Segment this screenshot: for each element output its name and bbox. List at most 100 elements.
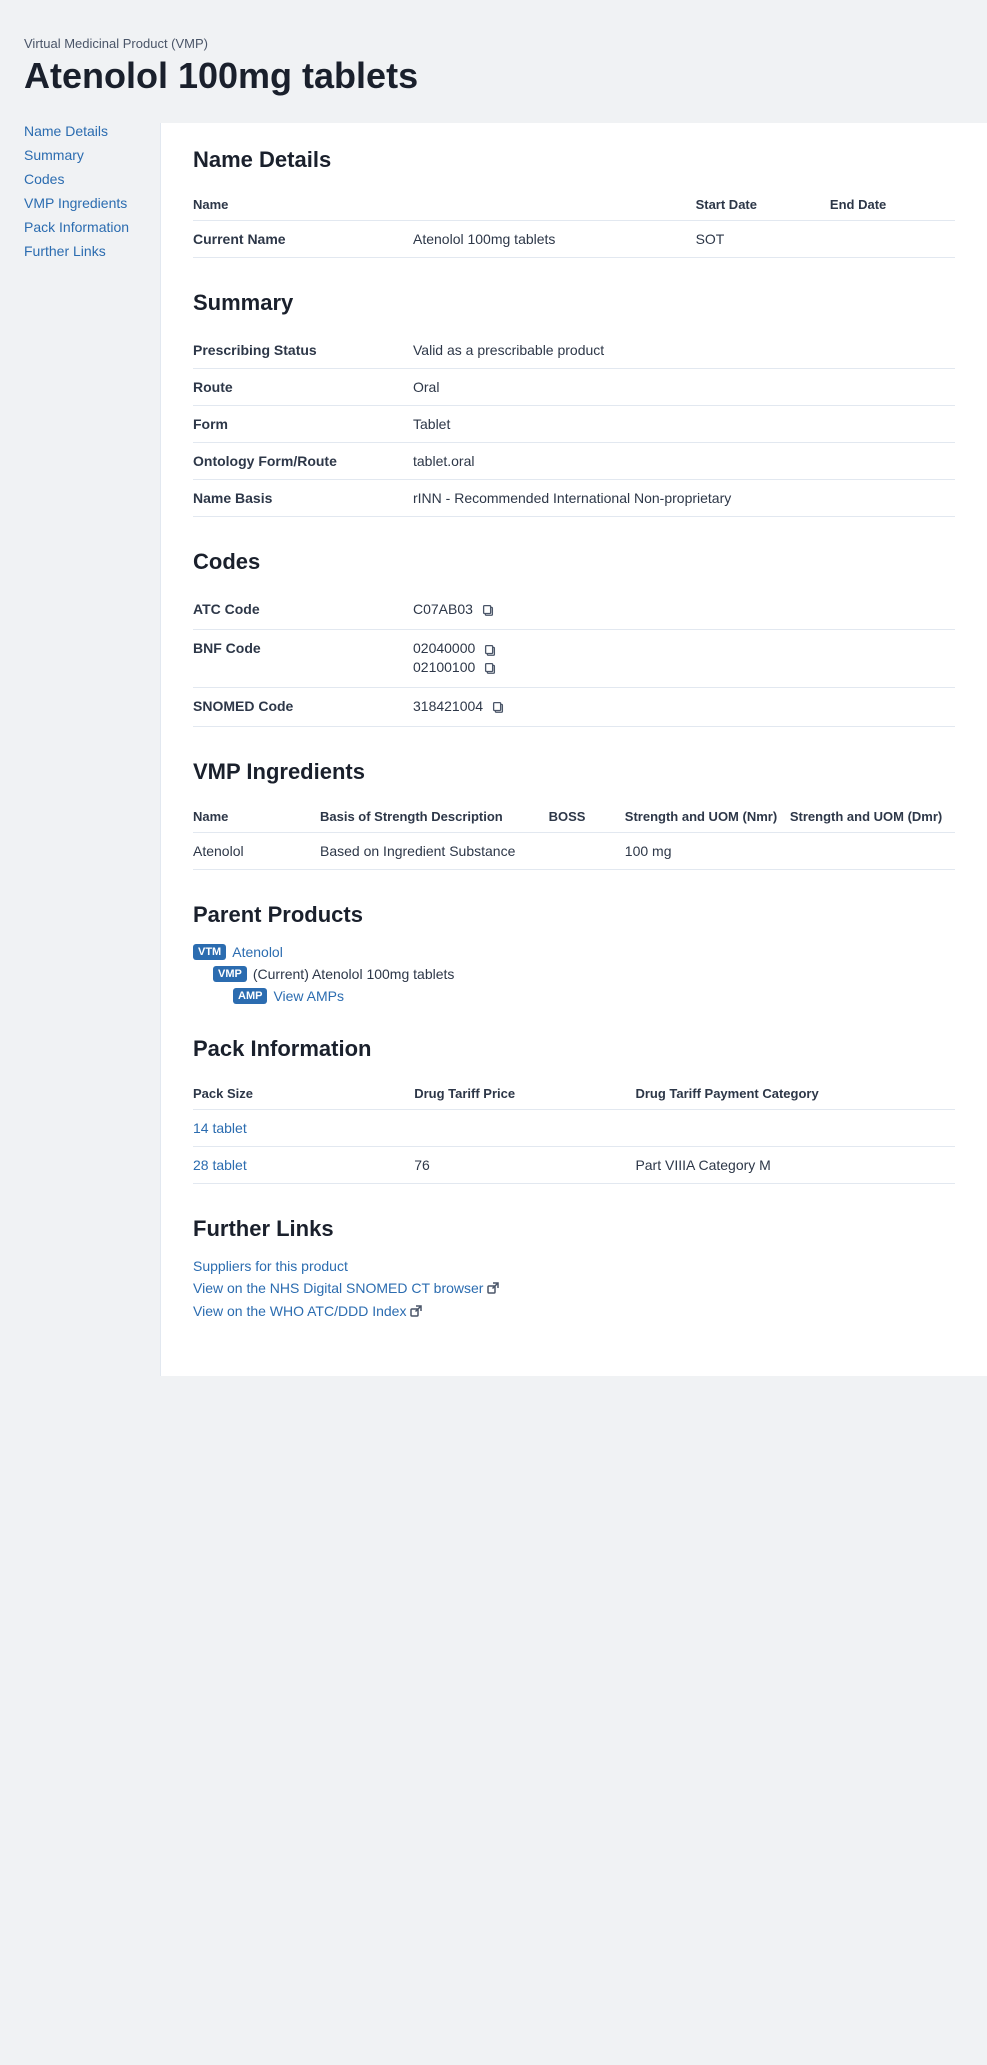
external-link-icon: [487, 1282, 499, 1297]
codes-title: Codes: [193, 549, 955, 575]
vmp-col-dmr: Strength and UOM (Dmr): [790, 801, 955, 833]
codes-row-label: BNF Code: [193, 630, 413, 688]
pack-size-cell[interactable]: 14 tablet: [193, 1110, 414, 1147]
codes-table: ATC Code C07AB03 BNF Code 02040000 02100…: [193, 591, 955, 727]
summary-table: Prescribing Status Valid as a prescribab…: [193, 332, 955, 517]
parent-products-title: Parent Products: [193, 902, 955, 928]
code-value: 02040000: [413, 640, 943, 656]
list-item: AMP View AMPs: [193, 988, 955, 1004]
sidebar-link-pack-information[interactable]: Pack Information: [24, 219, 144, 235]
name-details-row-value: Atenolol 100mg tablets: [413, 221, 696, 258]
summary-row-value: Tablet: [413, 406, 955, 443]
vmp-ingredients-title: VMP Ingredients: [193, 759, 955, 785]
tariff-category-cell: Part VIIIA Category M: [635, 1147, 955, 1184]
further-link[interactable]: View on the WHO ATC/DDD Index: [193, 1303, 955, 1320]
name-details-row-name: Current Name: [193, 221, 413, 258]
parent-product-text: (Current) Atenolol 100mg tablets: [253, 966, 455, 982]
section-summary: Summary Prescribing Status Valid as a pr…: [193, 290, 955, 517]
further-links-title: Further Links: [193, 1216, 955, 1242]
badge-amp: AMP: [233, 988, 267, 1004]
vmp-row-basis: Based on Ingredient Substance: [320, 833, 549, 870]
parent-products-list: VTM Atenolol VMP (Current) Atenolol 100mg t…: [193, 944, 955, 1004]
summary-row-label: Ontology Form/Route: [193, 443, 413, 480]
pack-information-title: Pack Information: [193, 1036, 955, 1062]
sidebar-link-name-details[interactable]: Name Details: [24, 123, 144, 139]
name-details-col-start: Start Date: [696, 189, 830, 221]
table-row: SNOMED Code 318421004: [193, 687, 955, 726]
codes-row-values: C07AB03: [413, 591, 955, 630]
product-title: Atenolol 100mg tablets: [24, 55, 963, 97]
list-item: VMP (Current) Atenolol 100mg tablets: [193, 966, 955, 982]
summary-row-label: Prescribing Status: [193, 332, 413, 369]
summary-row-label: Route: [193, 369, 413, 406]
sidebar-link-vmp-ingredients[interactable]: VMP Ingredients: [24, 195, 144, 211]
summary-row-value: Valid as a prescribable product: [413, 332, 955, 369]
table-row: Current Name Atenolol 100mg tablets SOT: [193, 221, 955, 258]
table-row: 28 tablet 76 Part VIIIA Category M: [193, 1147, 955, 1184]
sidebar: Name Details Summary Codes VMP Ingredients P…: [0, 123, 160, 1376]
name-details-col-value: [413, 189, 696, 221]
vmp-col-name: Name: [193, 801, 320, 833]
pack-size-link[interactable]: 14 tablet: [193, 1120, 247, 1136]
table-row: Form Tablet: [193, 406, 955, 443]
vmp-row-boss: [549, 833, 625, 870]
table-row: ATC Code C07AB03: [193, 591, 955, 630]
copy-icon[interactable]: [481, 603, 495, 617]
table-row: Prescribing Status Valid as a prescribab…: [193, 332, 955, 369]
vmp-col-basis: Basis of Strength Description: [320, 801, 549, 833]
summary-row-label: Form: [193, 406, 413, 443]
pack-size-link[interactable]: 28 tablet: [193, 1157, 247, 1173]
section-further-links: Further Links Suppliers for this product…: [193, 1216, 955, 1320]
codes-row-label: SNOMED Code: [193, 687, 413, 726]
pack-information-table: Pack Size Drug Tariff Price Drug Tariff …: [193, 1078, 955, 1184]
code-value: 02100100: [413, 659, 943, 675]
table-row: Atenolol Based on Ingredient Substance 1…: [193, 833, 955, 870]
sidebar-link-codes[interactable]: Codes: [24, 171, 144, 187]
section-name-details: Name Details Name Start Date End Date Cu…: [193, 147, 955, 258]
tariff-price-cell: [414, 1110, 635, 1147]
name-details-row-start: SOT: [696, 221, 830, 258]
code-value: 318421004: [413, 698, 943, 714]
name-details-col-end: End Date: [830, 189, 955, 221]
parent-product-link[interactable]: Atenolol: [232, 944, 283, 960]
sidebar-link-summary[interactable]: Summary: [24, 147, 144, 163]
parent-product-link[interactable]: View AMPs: [273, 988, 344, 1004]
codes-row-values: 02040000 02100100: [413, 630, 955, 688]
section-vmp-ingredients: VMP Ingredients Name Basis of Strength D…: [193, 759, 955, 870]
table-row: Ontology Form/Route tablet.oral: [193, 443, 955, 480]
pack-col-size: Pack Size: [193, 1078, 414, 1110]
vmp-row-strength-nmr: 100 mg: [625, 833, 790, 870]
main-content: Name Details Name Start Date End Date Cu…: [160, 123, 987, 1376]
sidebar-link-further-links[interactable]: Further Links: [24, 243, 144, 259]
table-row: Name Basis rINN - Recommended Internatio…: [193, 480, 955, 517]
copy-icon[interactable]: [483, 661, 497, 675]
tariff-category-cell: [635, 1110, 955, 1147]
code-value: C07AB03: [413, 601, 943, 617]
table-row: 14 tablet: [193, 1110, 955, 1147]
list-item: VTM Atenolol: [193, 944, 955, 960]
vmp-col-nmr: Strength and UOM (Nmr): [625, 801, 790, 833]
section-parent-products: Parent Products VTM Atenolol VMP (Current) …: [193, 902, 955, 1004]
codes-row-values: 318421004: [413, 687, 955, 726]
summary-row-value: Oral: [413, 369, 955, 406]
summary-row-label: Name Basis: [193, 480, 413, 517]
vmp-col-boss: BOSS: [549, 801, 625, 833]
summary-row-value: rINN - Recommended International Non-pro…: [413, 480, 955, 517]
tariff-price-cell: 76: [414, 1147, 635, 1184]
further-link[interactable]: Suppliers for this product: [193, 1258, 955, 1274]
badge-vmp: VMP: [213, 966, 247, 982]
name-details-title: Name Details: [193, 147, 955, 173]
summary-row-value: tablet.oral: [413, 443, 955, 480]
section-pack-information: Pack Information Pack Size Drug Tariff P…: [193, 1036, 955, 1184]
section-codes: Codes ATC Code C07AB03 BNF Code 02040000…: [193, 549, 955, 727]
copy-icon[interactable]: [491, 700, 505, 714]
copy-icon[interactable]: [483, 643, 497, 657]
pack-size-cell[interactable]: 28 tablet: [193, 1147, 414, 1184]
summary-title: Summary: [193, 290, 955, 316]
name-details-table: Name Start Date End Date Current Name At…: [193, 189, 955, 258]
further-link[interactable]: View on the NHS Digital SNOMED CT browse…: [193, 1280, 955, 1297]
vmp-row-name: Atenolol: [193, 833, 320, 870]
badge-vtm: VTM: [193, 944, 226, 960]
pack-col-price: Drug Tariff Price: [414, 1078, 635, 1110]
pack-col-category: Drug Tariff Payment Category: [635, 1078, 955, 1110]
